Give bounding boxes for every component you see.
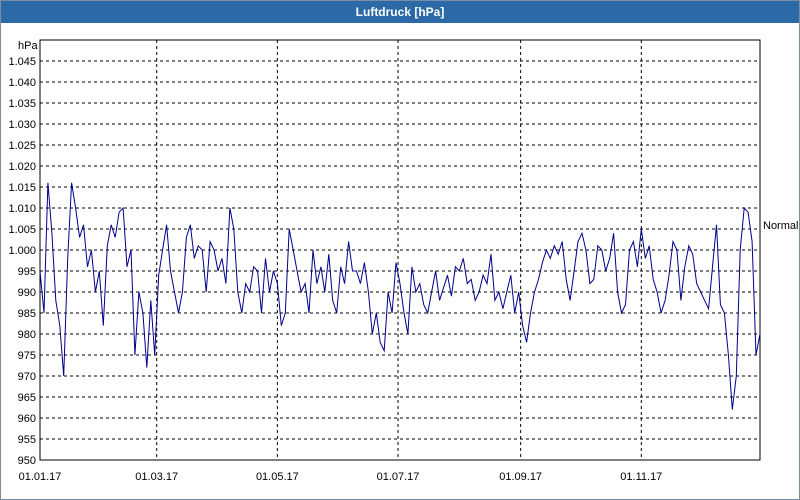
y-tick-label: 980	[18, 329, 36, 341]
y-tick-label: 965	[18, 392, 36, 404]
x-axis: 01.01.17 01.03.17 01.05.17 01.07.17 01.09.17…	[19, 471, 663, 483]
y-tick-label: 970	[18, 371, 36, 383]
y-tick-label: 985	[18, 308, 36, 320]
line-chart: 950 955 960 965 970 975 980 985 990 995 1.000 1.005…	[8, 39, 798, 483]
y-tick-label: 1.045	[8, 56, 36, 68]
y-axis: 950 955 960 965 970 975 980 985 990 995 1.000 1.005…	[8, 56, 36, 467]
y-tick-label: 960	[18, 413, 36, 425]
x-tick-label: 01.01.17	[19, 471, 62, 483]
y-tick-label: 950	[18, 455, 36, 467]
y-tick-label: 1.020	[8, 161, 36, 173]
y-tick-label: 1.025	[8, 140, 36, 152]
y-tick-label: 1.040	[8, 77, 36, 89]
x-tick-label: 01.07.17	[377, 471, 420, 483]
y-tick-label: 1.030	[8, 119, 36, 131]
y-tick-label: 1.010	[8, 203, 36, 215]
grid	[40, 40, 760, 460]
y-tick-label: 1.005	[8, 224, 36, 236]
y-axis-unit-label: hPa	[18, 40, 38, 52]
y-tick-label: 1.000	[8, 245, 36, 257]
x-tick-label: 01.09.17	[499, 471, 542, 483]
y-tick-label: 955	[18, 434, 36, 446]
x-tick-label: 01.11.17	[620, 471, 662, 483]
reference-line-label: Normal	[763, 220, 798, 232]
x-tick-label: 01.03.17	[135, 471, 178, 483]
y-tick-label: 1.035	[8, 98, 36, 110]
y-tick-label: 990	[18, 287, 36, 299]
y-tick-label: 975	[18, 350, 36, 362]
y-tick-label: 1.015	[8, 182, 36, 194]
y-tick-label: 995	[18, 266, 36, 278]
x-tick-label: 01.05.17	[256, 471, 299, 483]
